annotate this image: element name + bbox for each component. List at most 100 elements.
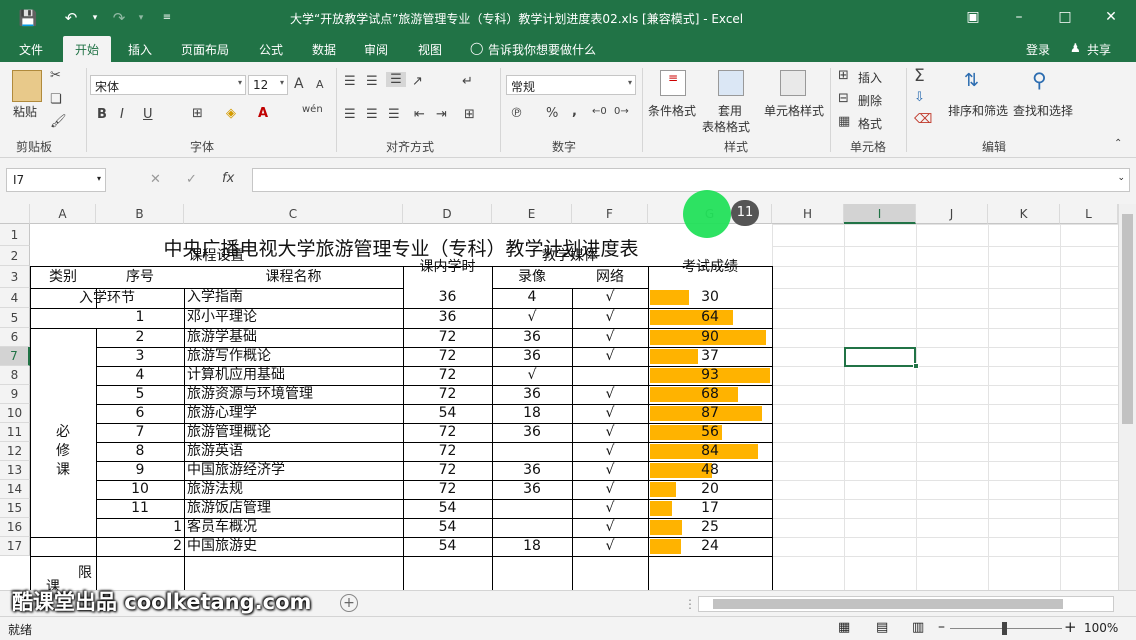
paste-icon[interactable] (12, 70, 42, 102)
cell-styles-icon[interactable] (780, 70, 806, 96)
zoom-out-button[interactable]: – (938, 619, 945, 635)
normal-view-icon[interactable]: ▦ (838, 620, 850, 635)
column-header-e[interactable]: E (492, 204, 572, 224)
collapse-ribbon-icon[interactable]: ⌃ (1114, 138, 1122, 149)
close-button[interactable]: ✕ (1096, 4, 1126, 30)
decrease-indent-icon[interactable]: ⇤ (414, 107, 425, 122)
font-name-combo[interactable]: 宋体 ▾ (90, 75, 246, 95)
underline-button[interactable]: U (143, 107, 153, 122)
italic-button[interactable]: I (120, 107, 124, 122)
cancel-icon[interactable]: ✕ (150, 172, 161, 187)
currency-icon[interactable]: ℗ (510, 106, 523, 121)
delete-cells-button[interactable]: 删除 (858, 92, 882, 109)
autosum-icon[interactable]: Σ (914, 66, 925, 86)
row-header-10[interactable]: 10 (0, 404, 30, 423)
customize-icon[interactable]: ≡ (156, 7, 178, 29)
undo-icon[interactable]: ↶ (60, 7, 82, 29)
column-header-d[interactable]: D (403, 204, 492, 224)
align-center-icon[interactable]: ☰ (366, 107, 378, 122)
align-top-icon[interactable]: ☰ (344, 74, 356, 89)
wrap-text-icon[interactable]: ↵ (462, 74, 473, 89)
tab-file[interactable]: 文件 (19, 41, 43, 58)
column-header-f[interactable]: F (572, 204, 648, 224)
format-table-line2[interactable]: 表格格式 (702, 118, 750, 135)
selected-cell-i7[interactable] (844, 347, 916, 367)
zoom-level[interactable]: 100% (1084, 621, 1118, 635)
row-header-12[interactable]: 12 (0, 442, 30, 461)
tab-formulas[interactable]: 公式 (259, 41, 283, 58)
column-header-b[interactable]: B (96, 204, 184, 224)
column-header-i[interactable]: I (844, 204, 916, 224)
decrease-decimal-icon[interactable]: 0→ (614, 106, 629, 117)
tab-home[interactable]: 开始 (63, 36, 112, 62)
sort-filter-button[interactable]: 排序和筛选 (948, 102, 1008, 119)
font-color-icon[interactable]: A (258, 106, 268, 121)
tab-page-layout[interactable]: 页面布局 (181, 41, 229, 58)
copy-icon[interactable]: ❏ (50, 92, 62, 107)
bold-button[interactable]: B (97, 107, 107, 122)
format-painter-icon[interactable]: 🖌 (50, 114, 67, 129)
column-header-k[interactable]: K (988, 204, 1060, 224)
sort-filter-icon[interactable]: ⇅ (964, 70, 979, 91)
fill-handle[interactable] (913, 363, 919, 369)
row-header-4[interactable]: 4 (0, 288, 30, 308)
number-format-combo[interactable]: 常规 ▾ (506, 75, 636, 95)
align-middle-icon[interactable]: ☰ (366, 74, 378, 89)
find-select-icon[interactable]: ⚲ (1032, 68, 1047, 92)
insert-function-icon[interactable]: fx (222, 171, 234, 186)
merge-center-icon[interactable]: ⊞ (464, 107, 475, 122)
increase-indent-icon[interactable]: ⇥ (436, 107, 447, 122)
pinyin-icon[interactable]: wén (302, 104, 323, 115)
maximize-button[interactable]: □ (1050, 4, 1080, 30)
fill-color-icon[interactable]: ◈ (226, 106, 236, 121)
page-break-view-icon[interactable]: ▥ (912, 620, 924, 635)
horizontal-scroll-thumb[interactable] (713, 599, 1063, 609)
name-box[interactable]: I7 ▾ (6, 168, 106, 192)
undo-dropdown-icon[interactable]: ▾ (84, 7, 106, 29)
row-header-1[interactable]: 1 (0, 224, 30, 246)
tell-me-box[interactable]: 告诉我你想要做什么 (488, 41, 596, 58)
row-header-7[interactable]: 7 (0, 347, 30, 366)
comma-button[interactable]: , (572, 104, 577, 119)
borders-icon[interactable]: ⊞ (192, 106, 203, 121)
paste-button-label[interactable]: 粘贴 (13, 103, 37, 120)
column-header-j[interactable]: J (916, 204, 988, 224)
orientation-icon[interactable]: ↗ (412, 74, 423, 89)
page-layout-view-icon[interactable]: ▤ (876, 620, 888, 635)
tab-insert[interactable]: 插入 (128, 41, 152, 58)
row-header-9[interactable]: 9 (0, 385, 30, 404)
format-cells-button[interactable]: 格式 (858, 115, 882, 132)
row-header-3[interactable]: 3 (0, 266, 30, 288)
add-sheet-icon[interactable]: + (340, 594, 358, 612)
column-header-c[interactable]: C (184, 204, 403, 224)
align-bottom-icon[interactable]: ☰ (386, 72, 406, 87)
clear-icon[interactable]: ⌫ (914, 112, 932, 127)
column-header-a[interactable]: A (30, 204, 96, 224)
fill-icon[interactable]: ⇩ (914, 90, 925, 105)
percent-button[interactable]: % (546, 106, 558, 121)
row-header-2[interactable]: 2 (0, 246, 30, 266)
align-left-icon[interactable]: ☰ (344, 107, 356, 122)
tab-review[interactable]: 审阅 (364, 41, 388, 58)
row-header-17[interactable]: 17 (0, 537, 30, 556)
tab-view[interactable]: 视图 (418, 41, 442, 58)
vertical-scrollbar[interactable] (1118, 204, 1136, 590)
find-select-button[interactable]: 查找和选择 (1013, 102, 1073, 119)
format-table-icon[interactable] (718, 70, 744, 96)
conditional-format-button[interactable]: 条件格式 (648, 102, 696, 119)
row-header-8[interactable]: 8 (0, 366, 30, 385)
insert-cells-icon[interactable]: ⊞ (838, 68, 849, 83)
font-grow-icon[interactable]: A (294, 76, 304, 92)
enter-icon[interactable]: ✓ (186, 172, 197, 187)
cut-icon[interactable]: ✂ (50, 68, 61, 83)
row-header-15[interactable]: 15 (0, 499, 30, 518)
horizontal-scrollbar[interactable] (698, 596, 1114, 612)
select-all-corner[interactable] (0, 204, 30, 224)
share-button[interactable]: 共享 (1087, 41, 1111, 58)
insert-cells-button[interactable]: 插入 (858, 69, 882, 86)
row-header-13[interactable]: 13 (0, 461, 30, 480)
format-cells-icon[interactable]: ▦ (838, 114, 850, 129)
align-right-icon[interactable]: ☰ (388, 107, 400, 122)
font-shrink-icon[interactable]: A (316, 78, 324, 91)
row-header-5[interactable]: 5 (0, 308, 30, 328)
